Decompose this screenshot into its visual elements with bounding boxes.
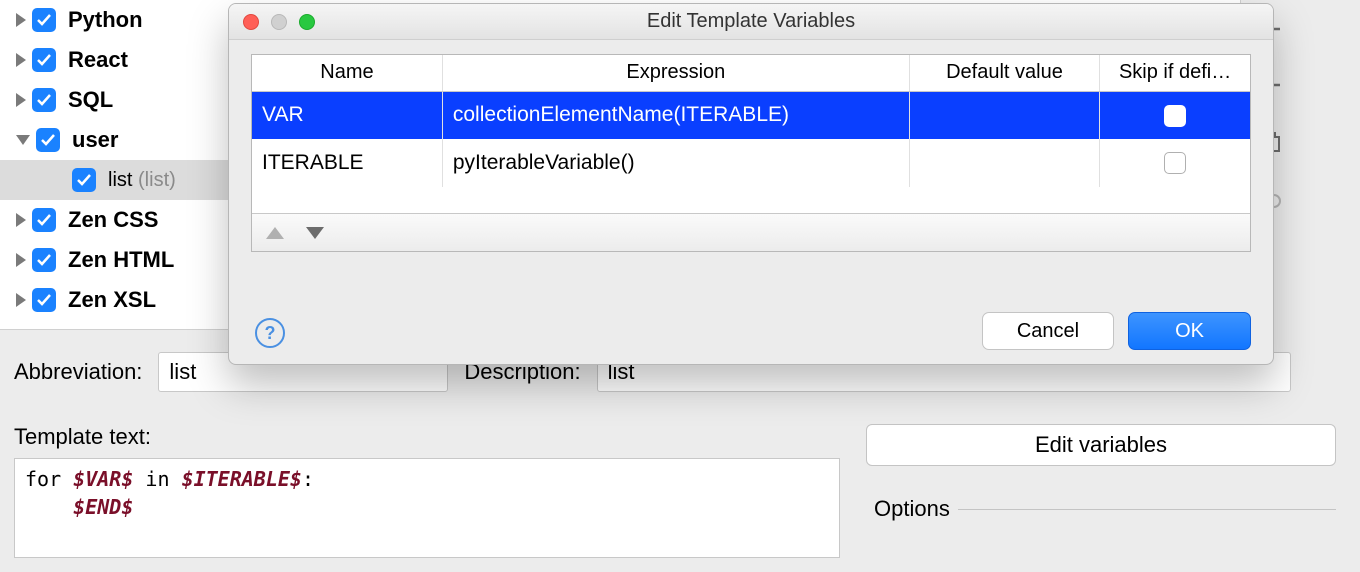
checkbox[interactable] <box>32 288 56 312</box>
tree-spacer <box>56 175 66 185</box>
chevron-down-icon[interactable] <box>16 135 30 145</box>
variables-table[interactable]: Name Expression Default value Skip if de… <box>252 55 1250 187</box>
table-footer <box>252 213 1250 251</box>
column-header-default-value[interactable]: Default value <box>909 55 1099 91</box>
checkbox[interactable] <box>32 208 56 232</box>
checkbox[interactable] <box>32 248 56 272</box>
tree-item-label: Zen XSL <box>68 287 156 313</box>
cell-skip[interactable] <box>1100 91 1250 139</box>
variables-table-wrap: Name Expression Default value Skip if de… <box>251 54 1251 252</box>
template-text-label: Template text: <box>14 424 151 450</box>
cell-skip[interactable] <box>1100 139 1250 187</box>
column-header-skip[interactable]: Skip if defi… <box>1100 55 1250 91</box>
tree-item-label: React <box>68 47 128 73</box>
minimize-icon <box>271 14 287 30</box>
column-header-name[interactable]: Name <box>252 55 442 91</box>
tree-item-label: list (list) <box>108 169 176 192</box>
template-text-area[interactable]: for $VAR$ in $ITERABLE$: $END$ <box>14 458 840 558</box>
edit-variables-button[interactable]: Edit variables <box>866 424 1336 466</box>
help-button[interactable]: ? <box>255 318 285 348</box>
checkbox[interactable] <box>36 128 60 152</box>
chevron-right-icon[interactable] <box>16 13 26 27</box>
checkbox[interactable] <box>32 88 56 112</box>
checkbox[interactable] <box>32 8 56 32</box>
dialog-title: Edit Template Variables <box>229 10 1273 33</box>
cell-name[interactable]: ITERABLE <box>252 139 442 187</box>
column-header-expression[interactable]: Expression <box>442 55 909 91</box>
ok-button[interactable]: OK <box>1128 312 1251 350</box>
chevron-right-icon[interactable] <box>16 53 26 67</box>
cancel-button[interactable]: Cancel <box>982 312 1114 350</box>
dialog-titlebar[interactable]: Edit Template Variables <box>229 4 1273 40</box>
cell-expression[interactable]: collectionElementName(ITERABLE) <box>442 91 909 139</box>
close-icon[interactable] <box>243 14 259 30</box>
chevron-right-icon[interactable] <box>16 293 26 307</box>
tree-item-label: user <box>72 127 118 153</box>
abbreviation-label: Abbreviation: <box>14 359 142 385</box>
cell-default-value[interactable] <box>909 91 1099 139</box>
move-down-icon[interactable] <box>306 227 324 239</box>
cell-expression[interactable]: pyIterableVariable() <box>442 139 909 187</box>
edit-template-variables-dialog: Edit Template Variables Name Expression … <box>228 3 1274 365</box>
tree-item-label: Zen HTML <box>68 247 174 273</box>
move-up-icon <box>266 227 284 239</box>
table-row[interactable]: ITERABLE pyIterableVariable() <box>252 139 1250 187</box>
options-fieldset: Options <box>866 496 1336 522</box>
checkbox[interactable] <box>1164 152 1186 174</box>
chevron-right-icon[interactable] <box>16 253 26 267</box>
zoom-icon[interactable] <box>299 14 315 30</box>
checkbox[interactable] <box>1164 105 1186 127</box>
chevron-right-icon[interactable] <box>16 213 26 227</box>
table-row[interactable]: VAR collectionElementName(ITERABLE) <box>252 91 1250 139</box>
checkbox[interactable] <box>32 48 56 72</box>
tree-item-label: Zen CSS <box>68 207 158 233</box>
tree-item-label: SQL <box>68 87 113 113</box>
tree-item-label: Python <box>68 7 143 33</box>
options-legend: Options <box>866 496 958 522</box>
chevron-right-icon[interactable] <box>16 93 26 107</box>
cell-name[interactable]: VAR <box>252 91 442 139</box>
checkbox[interactable] <box>72 168 96 192</box>
cell-default-value[interactable] <box>909 139 1099 187</box>
